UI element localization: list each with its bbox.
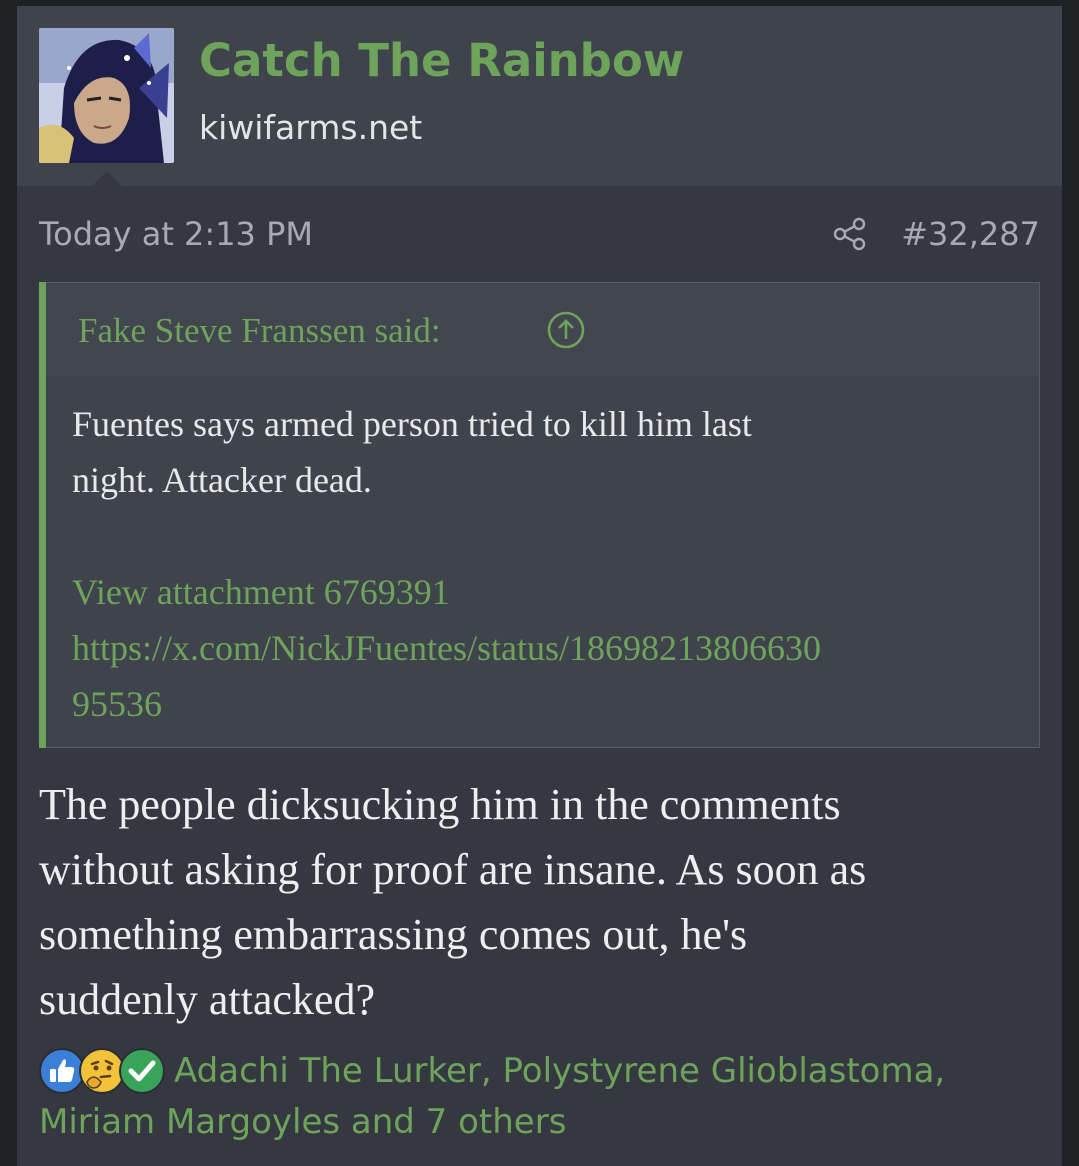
post-container: Catch The Rainbow kiwifarms.net Today at… (17, 6, 1062, 1166)
site-name: kiwifarms.net (199, 108, 423, 147)
reaction-users-link[interactable]: Adachi The Lurker, Polystyrene Glioblast… (39, 1046, 1049, 1097)
checkmark-icon (119, 1048, 165, 1094)
quote-text-line: Fuentes says armed person tried to kill … (72, 404, 752, 444)
quote-author-link[interactable]: Fake Steve Franssen said: (78, 311, 441, 351)
message-line: without asking for proof are insane. As … (39, 845, 867, 894)
avatar-illustration (39, 28, 174, 163)
quote-accent-bar (39, 282, 46, 748)
post-message: The people dicksucking him in the commen… (39, 772, 1039, 1032)
quote-body: Fuentes says armed person tried to kill … (72, 396, 1012, 732)
message-line: suddenly attacked? (39, 975, 375, 1024)
quote-text-line: night. Attacker dead. (72, 460, 372, 500)
post-header: Catch The Rainbow kiwifarms.net (17, 6, 1062, 187)
attachment-link[interactable]: View attachment 6769391 (72, 564, 1012, 620)
reactions-bar: Adachi The Lurker, Polystyrene Glioblast… (39, 1046, 1049, 1148)
reaction-icons[interactable] (39, 1048, 169, 1096)
header-pointer (91, 171, 123, 187)
username-link[interactable]: Catch The Rainbow (199, 34, 684, 87)
message-line: The people dicksucking him in the commen… (39, 780, 841, 829)
post-number-link[interactable]: #32,287 (901, 215, 1040, 253)
jump-to-quote-icon[interactable] (546, 310, 586, 350)
user-avatar[interactable] (39, 28, 174, 163)
post-date-link[interactable]: Today at 2:13 PM (39, 215, 313, 253)
message-line: something embarrassing comes out, he's (39, 910, 748, 959)
reaction-others-link[interactable]: Miriam Margoyles and 7 others (39, 1097, 1049, 1148)
share-icon[interactable] (832, 216, 868, 252)
tweet-url-link-continued[interactable]: 95536 (72, 676, 1012, 732)
quote-header: Fake Steve Franssen said: (46, 283, 1039, 376)
tweet-url-link[interactable]: https://x.com/NickJFuentes/status/186982… (72, 620, 1012, 676)
quote-spacer (72, 508, 1012, 564)
quote-block: Fake Steve Franssen said: Fuentes says a… (39, 282, 1040, 748)
